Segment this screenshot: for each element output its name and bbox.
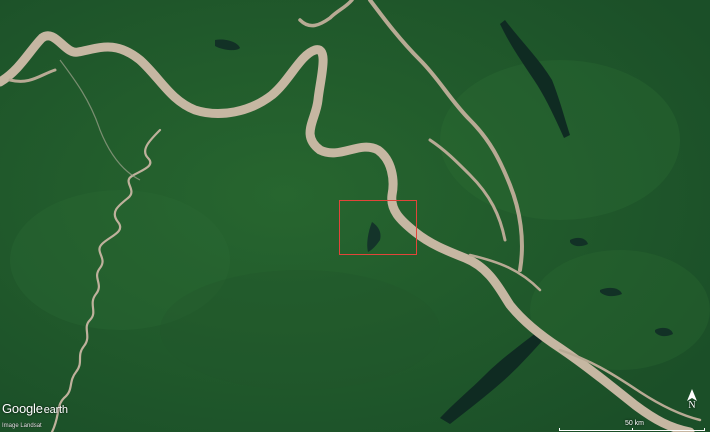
north-arrow[interactable]: N — [684, 389, 700, 415]
scale-label: 50 km — [624, 420, 644, 427]
google-earth-logo: Googleearth — [2, 401, 68, 416]
highlight-box[interactable] — [339, 200, 417, 255]
imagery-credit: Image Landsat — [2, 423, 42, 429]
scale-bar — [559, 428, 705, 431]
scale-tick — [632, 428, 633, 431]
logo-suffix: earth — [43, 404, 68, 416]
satellite-map[interactable]: Googleearth Image Landsat N 50 km — [0, 0, 710, 432]
compass-label: N — [688, 400, 696, 411]
logo-text: Google — [2, 401, 43, 416]
